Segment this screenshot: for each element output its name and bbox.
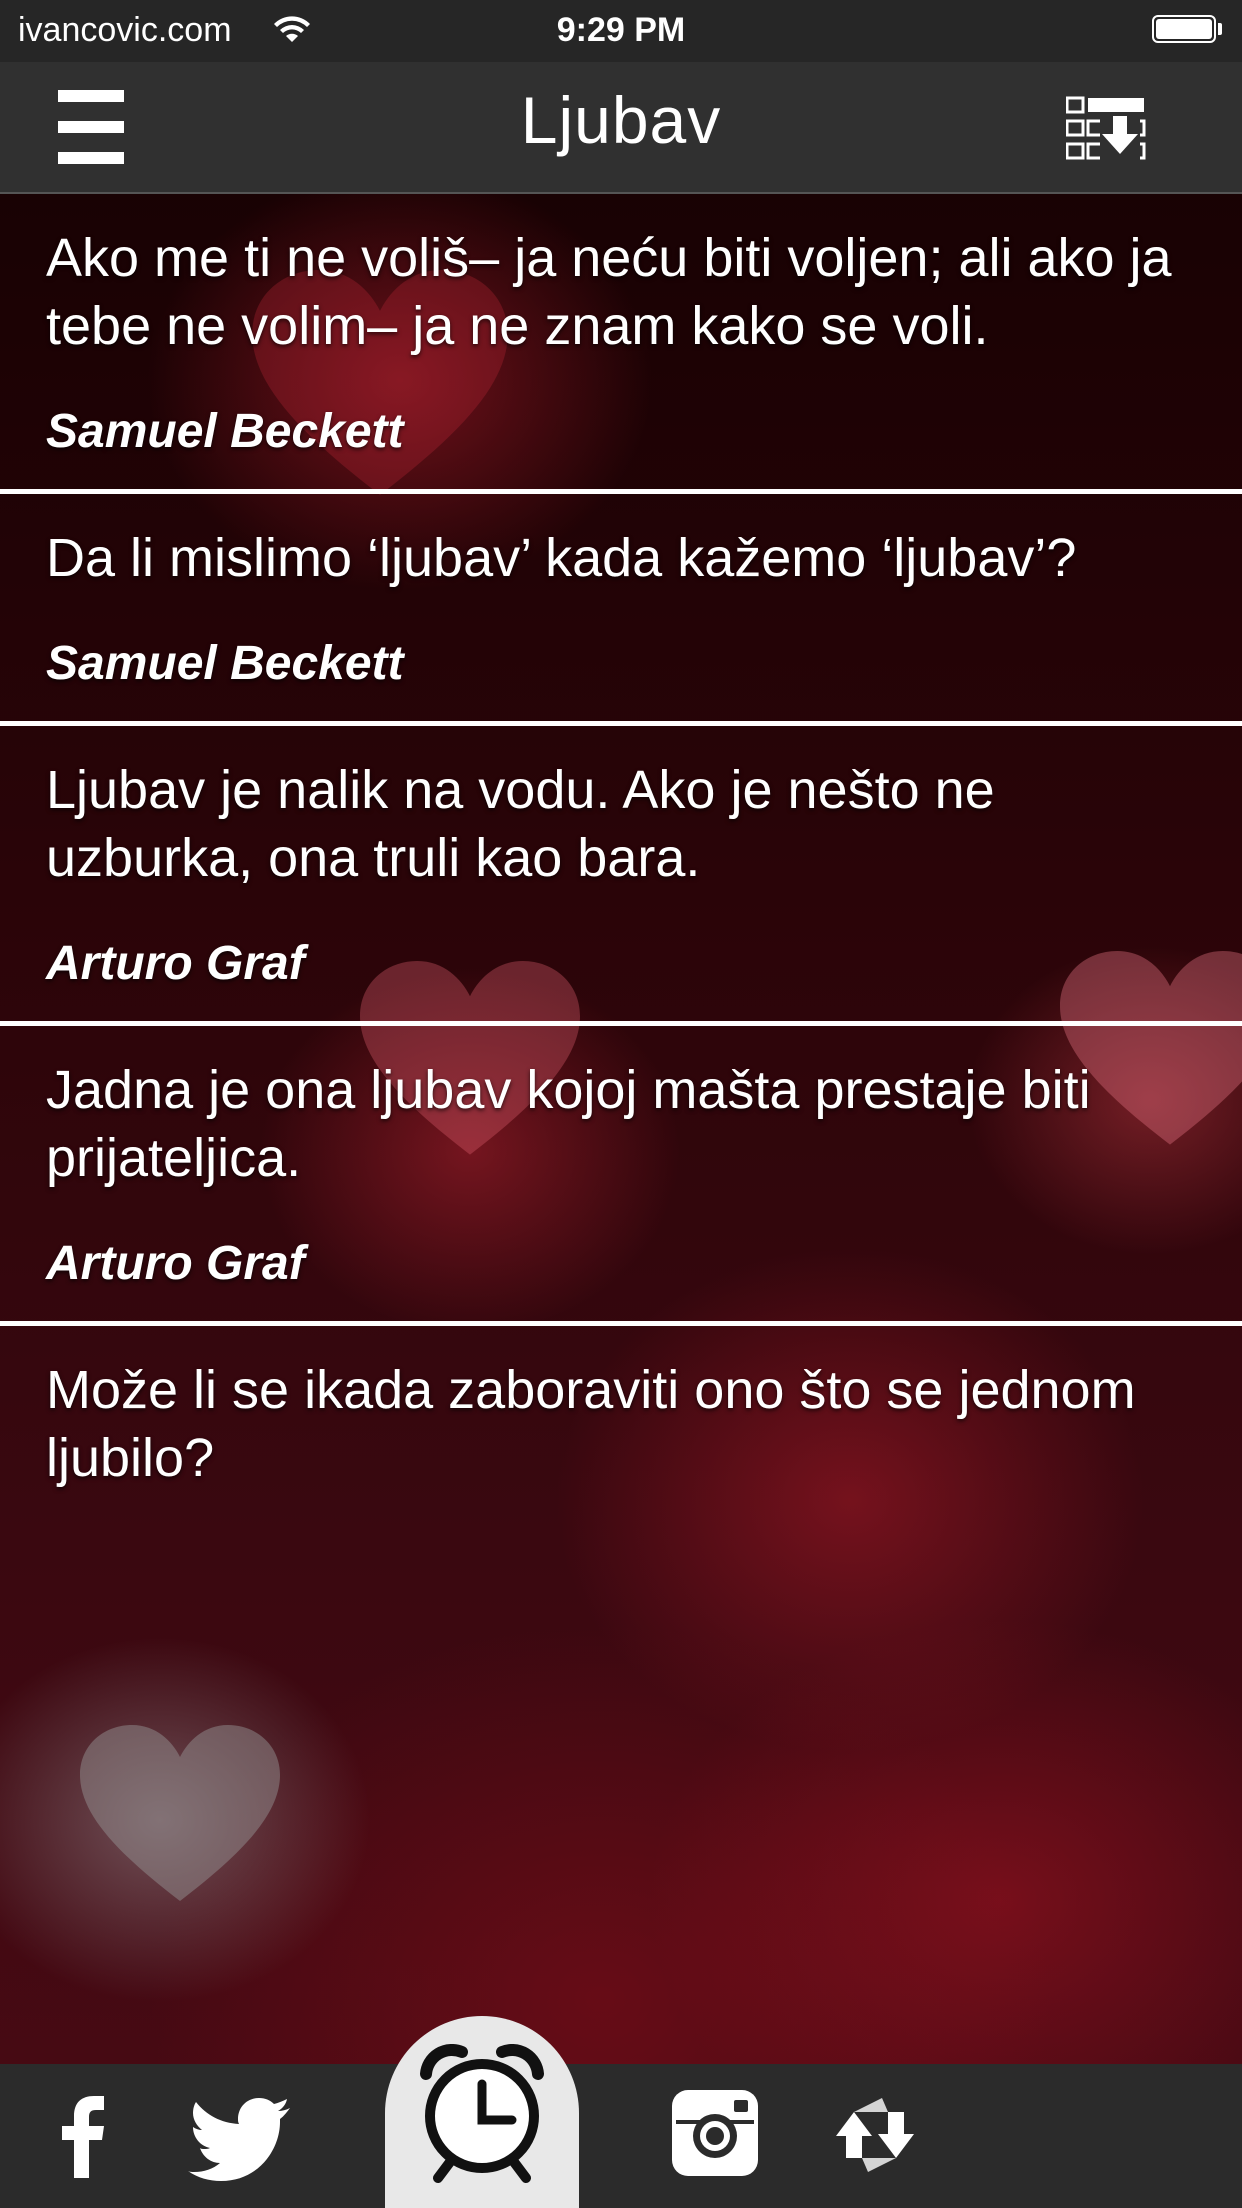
quote-text: Da li mislimo ‘ljubav’ kada kažemo ‘ljub… — [46, 528, 1077, 588]
nav-bar: Ljubav — [0, 62, 1242, 194]
quote-author: Samuel Beckett — [46, 405, 404, 458]
heart-icon — [80, 1725, 280, 1901]
quote-item[interactable]: Može li se ikada zaboraviti ono što se j… — [0, 1326, 1242, 1492]
battery-icon — [1152, 15, 1216, 43]
quote-text: Može li se ikada zaboraviti ono što se j… — [46, 1360, 1136, 1488]
quote-text: Ako me ti ne voliš– ja neću biti voljen;… — [46, 228, 1172, 356]
quote-item[interactable]: Jadna je ona ljubav kojoj mašta prestaje… — [0, 1026, 1242, 1326]
list-download-icon[interactable] — [1066, 96, 1146, 162]
tab-bar — [0, 2064, 1242, 2208]
alarm-clock-icon[interactable] — [416, 2044, 548, 2184]
quote-author: Arturo Graf — [46, 937, 305, 990]
quote-text: Jadna je ona ljubav kojoj mašta prestaje… — [46, 1060, 1091, 1188]
quote-author: Samuel Beckett — [46, 637, 404, 690]
quote-text: Ljubav je nalik na vodu. Ako je nešto ne… — [46, 760, 995, 888]
facebook-icon[interactable] — [58, 2094, 108, 2178]
quote-item[interactable]: Ako me ti ne voliš– ja neću biti voljen;… — [0, 194, 1242, 494]
twitter-icon[interactable] — [188, 2098, 292, 2182]
status-time: 9:29 PM — [556, 11, 686, 49]
battery-tip — [1218, 23, 1222, 35]
quote-item[interactable]: Da li mislimo ‘ljubav’ kada kažemo ‘ljub… — [0, 494, 1242, 726]
alarm-tab[interactable] — [385, 2016, 579, 2208]
refresh-icon[interactable] — [832, 2092, 918, 2178]
status-bar: ivancovic.com 9:29 PM — [0, 0, 1242, 62]
page-title: Ljubav — [520, 83, 722, 157]
quote-item[interactable]: Ljubav je nalik na vodu. Ako je nešto ne… — [0, 726, 1242, 1026]
quote-author: Arturo Graf — [46, 1237, 305, 1290]
instagram-icon[interactable] — [672, 2090, 758, 2176]
quote-list[interactable]: Ako me ti ne voliš– ja neću biti voljen;… — [0, 194, 1242, 1550]
